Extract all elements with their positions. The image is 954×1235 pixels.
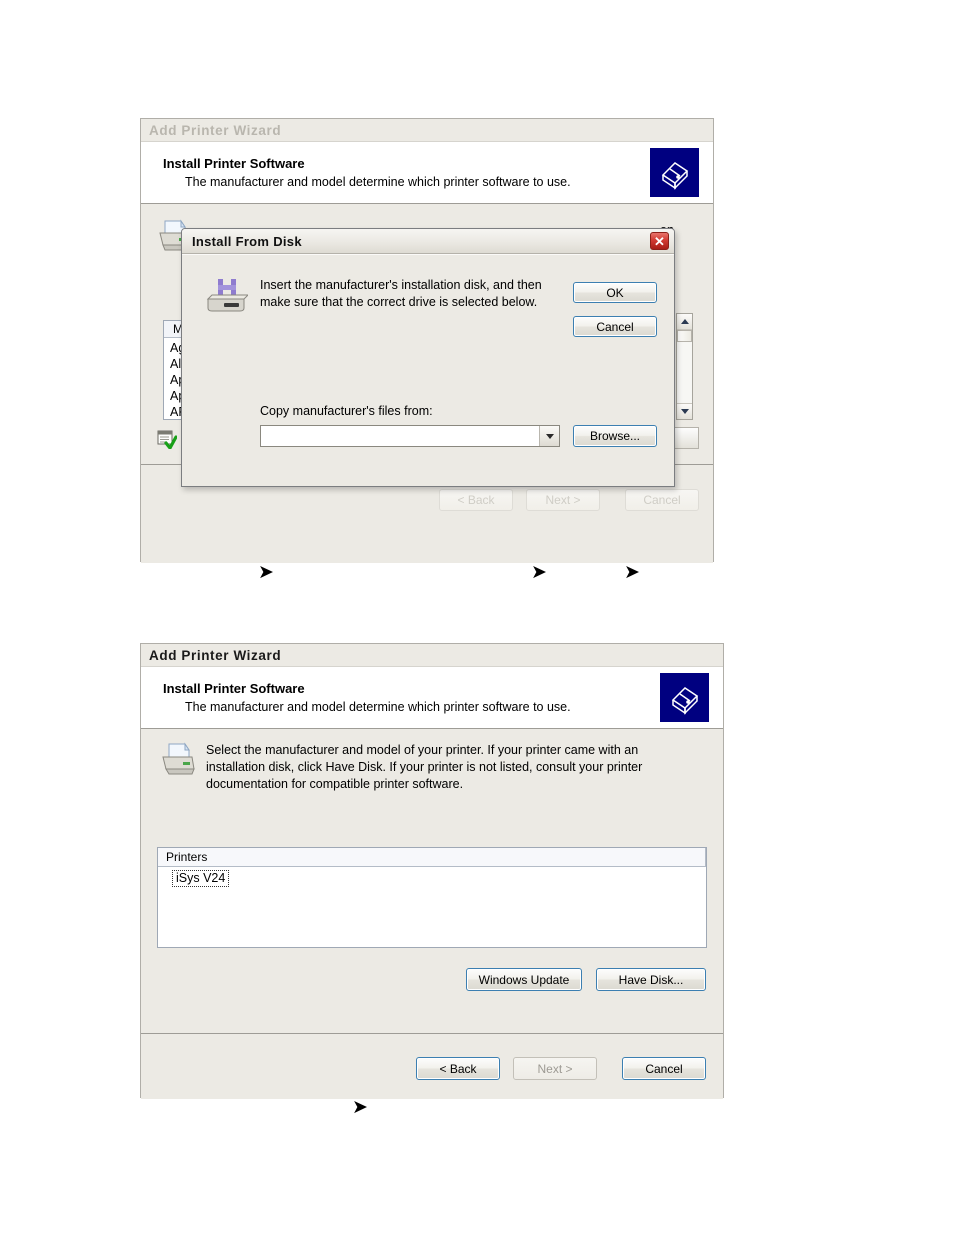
ok-button[interactable]: OK [573,282,657,303]
page-subtitle: The manufacturer and model determine whi… [185,699,571,714]
printer-icon-body-bottom [158,742,198,778]
back-button[interactable]: < Back [439,489,513,511]
annotation-marker: ➤ [258,561,274,583]
window-titlebar-top: Add Printer Wizard [141,119,713,141]
page-root: Add Printer Wizard Install Printer Softw… [0,0,954,1235]
windows-update-button[interactable]: Windows Update [466,968,582,991]
page-title: Install Printer Software [163,155,305,171]
add-printer-wizard-window-bottom: Add Printer Wizard Install Printer Softw… [140,643,724,1099]
model-list-scrollbar[interactable] [676,313,693,420]
source-path-combobox[interactable] [260,425,560,447]
source-path-input[interactable] [261,426,539,446]
printer-header-icon [660,673,709,722]
cancel-button[interactable]: Cancel [622,1057,706,1080]
annotation-marker: ➤ [531,561,547,583]
column-divider[interactable] [705,848,706,866]
dialog-titlebar: Install From Disk ✕ [182,229,674,254]
dialog-title: Install From Disk [192,233,302,249]
printer-header-icon [650,148,699,197]
close-icon[interactable]: ✕ [650,232,669,250]
annotation-marker: ➤ [624,561,640,583]
driver-signing-icon [157,430,178,450]
scroll-down-button[interactable] [677,403,692,419]
scroll-up-button[interactable] [677,314,692,330]
list-item[interactable]: iSys V24 [158,867,706,887]
cancel-button[interactable]: Cancel [625,489,699,511]
floppy-disk-drive-icon [204,277,250,317]
dialog-message: Insert the manufacturer's installation d… [260,278,542,309]
copy-from-label: Copy manufacturer's files from: [260,404,433,418]
instruction-text: Select the manufacturer and model of you… [206,743,643,791]
page-title: Install Printer Software [163,680,305,696]
window-titlebar-bottom: Add Printer Wizard [141,644,723,666]
printers-column-header: Printers [158,848,706,867]
chevron-down-icon[interactable] [539,426,559,446]
browse-button[interactable]: Browse... [573,425,657,447]
wizard-footer-bottom: < Back Next > Cancel [141,1034,723,1099]
next-button[interactable]: Next > [513,1057,597,1080]
wizard-body-bottom: Select the manufacturer and model of you… [141,730,723,1099]
have-disk-button[interactable]: Have Disk... [596,968,706,991]
wizard-header-bottom: Install Printer Software The manufacture… [141,666,723,729]
list-item-label[interactable]: iSys V24 [172,870,230,887]
next-button[interactable]: Next > [526,489,600,511]
back-button[interactable]: < Back [416,1057,500,1080]
cancel-button[interactable]: Cancel [573,316,657,337]
wizard-header-top: Install Printer Software The manufacture… [141,141,713,204]
scrollbar-thumb[interactable] [677,330,692,342]
install-from-disk-dialog: Install From Disk ✕ Insert the manufactu… [181,228,675,487]
printers-listbox[interactable]: Printers iSys V24 [157,847,707,948]
dialog-body: Insert the manufacturer's installation d… [182,254,674,486]
page-subtitle: The manufacturer and model determine whi… [185,174,571,189]
annotation-marker: ➤ [352,1096,368,1118]
window-title-text: Add Printer Wizard [149,122,282,138]
column-header-label: Printers [166,850,208,864]
window-title-text: Add Printer Wizard [149,647,282,663]
